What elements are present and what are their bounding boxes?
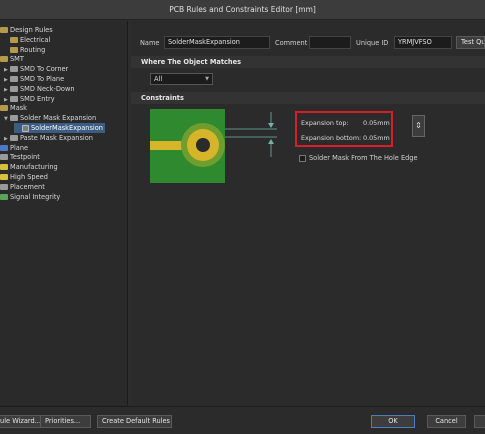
unique-id-label: Unique ID	[356, 39, 389, 47]
tree-item-label: Signal Integrity	[10, 192, 61, 201]
rule-tree[interactable]: Design Rules Electrical Routing SMT ▶ SMD To …	[0, 21, 128, 406]
test-queries-button[interactable]: Test Queries	[456, 36, 485, 49]
tree-item[interactable]: Design Rules	[0, 25, 53, 35]
tree-item-label: SMD Neck-Down	[20, 84, 75, 93]
tree-item[interactable]: Electrical	[4, 35, 50, 45]
pad-illustration	[150, 109, 225, 183]
tree-item[interactable]: Mask	[0, 103, 27, 113]
expansion-values-box: Expansion top: 0.05mm Expansion bottom: …	[295, 111, 393, 147]
tree-item[interactable]: ▶ SMD To Corner	[4, 64, 68, 74]
tree-item-label: SMD Entry	[20, 94, 55, 103]
rule-detail-pane: Name SolderMaskExpansion Comment Unique …	[131, 21, 485, 406]
apply-button[interactable]	[474, 415, 485, 428]
tree-item-label: SMD To Plane	[20, 75, 65, 83]
tree-item-label: Solder Mask Expansion	[20, 114, 97, 123]
expansion-bottom-field[interactable]: 0.05mm	[363, 134, 390, 142]
tree-item-label: Plane	[10, 143, 29, 152]
rule-type-icon	[0, 144, 8, 151]
rule-type-icon	[0, 183, 8, 190]
name-field[interactable]: SolderMaskExpansion	[164, 36, 270, 49]
rule-type-icon	[10, 134, 18, 141]
cancel-button[interactable]: Cancel	[427, 415, 466, 428]
tree-item[interactable]: Signal Integrity	[0, 192, 60, 202]
priorities-button[interactable]: Priorities...	[40, 415, 91, 428]
tree-item-label: SMD To Corner	[20, 65, 69, 74]
tree-item-label: Placement	[10, 182, 45, 191]
tree-item-label: Mask	[10, 104, 27, 113]
title-bar: PCB Rules and Constraints Editor [mm]	[0, 0, 485, 20]
checkbox-box[interactable]	[299, 155, 306, 162]
drill-hole	[196, 138, 210, 152]
rule-type-icon	[10, 115, 18, 122]
rule-type-icon	[0, 164, 8, 171]
constraints-section-header: Constraints	[131, 92, 485, 104]
name-label: Name	[140, 39, 160, 47]
tree-item[interactable]: Routing	[4, 45, 45, 55]
rule-type-icon	[0, 27, 8, 33]
rule-type-icon	[10, 66, 18, 73]
rule-type-icon	[0, 154, 8, 161]
tree-item-label: Routing	[20, 45, 46, 54]
scope-dropdown[interactable]: All ▼	[150, 73, 213, 85]
tree-item[interactable]: Manufacturing	[0, 162, 58, 172]
tree-item[interactable]: ▶ Paste Mask Expansion	[4, 133, 93, 143]
tree-item[interactable]: ▼ Solder Mask Expansion	[4, 113, 96, 123]
unique-id-field[interactable]: YRMJVFSO	[394, 36, 452, 49]
tree-item[interactable]: ▶ SMD Neck-Down	[4, 84, 75, 94]
tree-item[interactable]: Plane	[0, 143, 28, 153]
comment-field[interactable]	[309, 36, 351, 49]
tree-item-label: Paste Mask Expansion	[20, 133, 93, 142]
trace	[150, 141, 183, 150]
comment-label: Comment	[275, 39, 308, 47]
rule-type-icon	[10, 46, 18, 53]
tree-item-label: Manufacturing	[10, 163, 58, 172]
create-default-rules-button[interactable]: Create Default Rules	[97, 415, 172, 428]
ok-button[interactable]: OK	[371, 415, 415, 428]
tree-item-label: Testpoint	[10, 153, 40, 162]
rule-type-icon	[0, 193, 8, 200]
dialog-footer: Rule Wizard... Priorities... Create Defa…	[0, 406, 485, 434]
tree-item[interactable]: SMT	[0, 54, 24, 64]
tree-item-label: SolderMaskExpansion	[31, 124, 103, 132]
rules-editor-window: PCB Rules and Constraints Editor [mm] De…	[0, 0, 485, 434]
tree-item[interactable]: SolderMaskExpansion	[14, 123, 105, 133]
tree-item-label: Electrical	[20, 35, 51, 44]
arrow-up-head	[268, 139, 274, 144]
where-section-header: Where The Object Matches	[131, 56, 485, 68]
rule-type-icon	[22, 124, 29, 132]
link-values-button[interactable]: ⇕	[412, 115, 425, 137]
rule-type-icon	[0, 56, 8, 63]
expansion-bottom-label: Expansion bottom:	[301, 134, 362, 142]
hole-edge-label: Solder Mask From The Hole Edge	[309, 154, 418, 162]
tree-item-label: High Speed	[10, 173, 48, 181]
swap-icon: ⇕	[415, 121, 422, 130]
tree-item[interactable]: ▶ SMD Entry	[4, 94, 55, 104]
rule-type-icon	[0, 105, 8, 112]
dimension-markers	[225, 112, 277, 157]
tree-item-label: Design Rules	[10, 26, 53, 34]
tree-item[interactable]: Testpoint	[0, 152, 40, 162]
tree-item[interactable]: Placement	[0, 182, 45, 192]
rule-type-icon	[10, 95, 18, 102]
chevron-down-icon: ▼	[205, 76, 209, 82]
expansion-top-label: Expansion top:	[301, 119, 349, 127]
scope-dropdown-value: All	[154, 75, 163, 83]
window-title: PCB Rules and Constraints Editor [mm]	[169, 5, 316, 14]
arrow-down-head	[268, 123, 274, 128]
rule-type-icon	[10, 76, 18, 82]
solder-mask-diagram	[150, 109, 225, 183]
tree-item-label: SMT	[10, 55, 24, 64]
rule-type-icon	[10, 85, 18, 92]
rule-type-icon	[10, 36, 18, 43]
tree-item[interactable]: High Speed	[0, 172, 48, 182]
expansion-top-field[interactable]: 0.05mm	[363, 119, 390, 127]
rule-type-icon	[0, 174, 8, 180]
tree-item[interactable]: ▶ SMD To Plane	[4, 74, 64, 84]
